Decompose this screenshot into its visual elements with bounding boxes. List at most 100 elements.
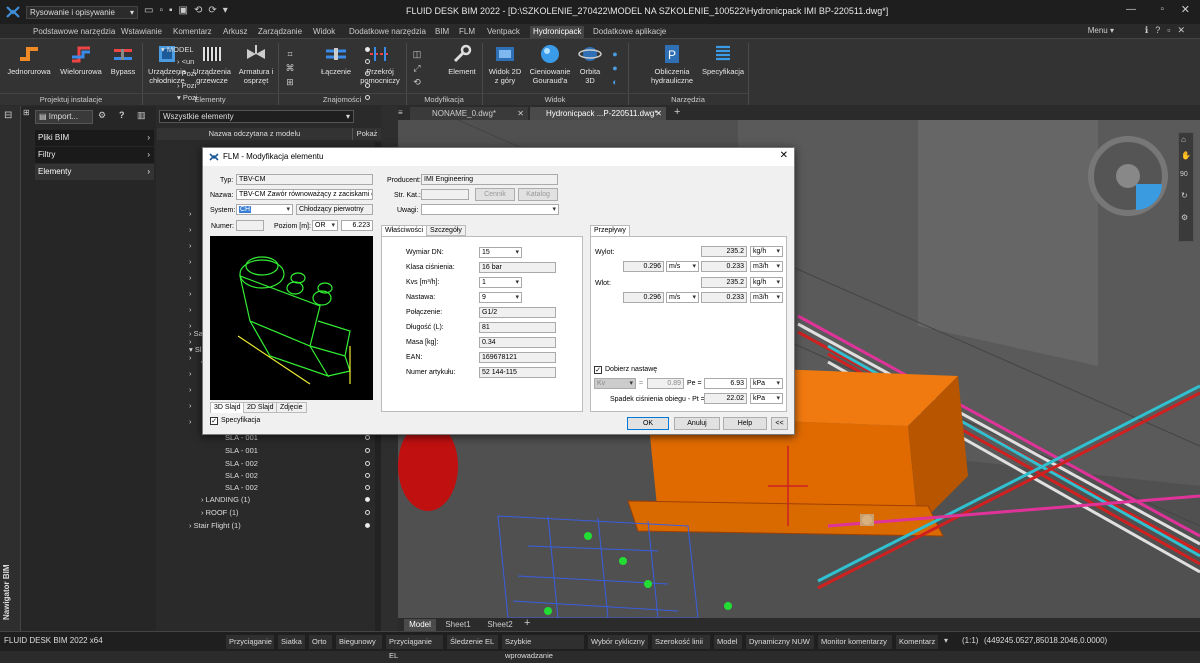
- visibility-toggle[interactable]: [365, 510, 370, 515]
- visibility-toggle[interactable]: [365, 461, 370, 466]
- expander-icon[interactable]: ›: [189, 352, 192, 364]
- close-icon[interactable]: ✕: [655, 107, 662, 120]
- visibility-toggle[interactable]: [365, 83, 370, 88]
- visibility-toggle[interactable]: [365, 497, 370, 502]
- orbit-icon[interactable]: ↻: [1181, 191, 1188, 200]
- cieniowanie-button[interactable]: Cieniowanie Gouraud'a: [527, 43, 573, 85]
- view-navigation-wheel[interactable]: [1088, 136, 1168, 216]
- wlot-flow-unit[interactable]: kg/h: [750, 277, 783, 288]
- doc-tab-noname[interactable]: NONAME_0.dwg* ✕: [410, 107, 528, 120]
- expander-icon[interactable]: ›: [189, 256, 192, 268]
- visibility-toggle[interactable]: [365, 95, 370, 100]
- visibility-toggle[interactable]: [365, 448, 370, 453]
- ribbon-tab[interactable]: Wstawianie: [118, 26, 165, 38]
- workspace-select[interactable]: Rysowanie i opisywanie ▾: [26, 6, 138, 19]
- property-value[interactable]: 15: [479, 247, 522, 258]
- col-header-name[interactable]: Nazwa odczytana z modelu: [157, 128, 352, 140]
- layout-tab-model[interactable]: Model: [404, 619, 436, 631]
- status-toggle-button[interactable]: Komentarz: [896, 635, 938, 649]
- col-header-show[interactable]: Pokaż: [352, 128, 381, 140]
- status-toggle-button[interactable]: Szerokość linii: [652, 635, 710, 649]
- new-tab-plus-icon[interactable]: +: [674, 106, 680, 118]
- status-toggle-button[interactable]: Szybkie wprowadzanie: [502, 635, 584, 660]
- dobierz-checkbox[interactable]: ✓: [594, 366, 602, 374]
- tab-2d-slajd[interactable]: 2D Slajd: [243, 402, 278, 413]
- collapse-button[interactable]: <<: [771, 417, 788, 430]
- menu-button[interactable]: Menu ▾: [1088, 26, 1114, 35]
- export-icon[interactable]: ▥: [137, 110, 146, 121]
- poziom-field[interactable]: 6.223: [341, 220, 373, 231]
- system-select[interactable]: CH: [236, 204, 293, 215]
- ribbon-tab[interactable]: Hydronicpack: [530, 26, 585, 38]
- nav-item-elementy[interactable]: Elementy ›: [35, 164, 154, 180]
- pan-icon[interactable]: ✋: [1181, 151, 1191, 160]
- urzadzenia-grzewcze-button[interactable]: Urządzenia grzewcze: [190, 43, 234, 85]
- bypass-button[interactable]: Bypass: [106, 43, 140, 76]
- property-value[interactable]: 9: [479, 292, 522, 303]
- modify-small-tools[interactable]: ◫ ⤢ ⟲: [408, 47, 426, 89]
- ribbon-tab[interactable]: FLM: [456, 26, 478, 38]
- wylot-volume-unit[interactable]: m3/h: [750, 261, 783, 272]
- specyfikacja-button[interactable]: Specyfikacja: [702, 43, 744, 76]
- maximize-icon[interactable]: ▫: [1160, 4, 1164, 15]
- tree-node[interactable]: › LANDING (1): [201, 494, 250, 506]
- wylot-velocity-unit[interactable]: m/s: [666, 261, 699, 272]
- tree-leaf-item[interactable]: SLA - 002: [225, 458, 258, 470]
- visibility-toggle[interactable]: [365, 523, 370, 528]
- nazwa-field[interactable]: TBV-CM Zawór równoważący z zaciskami do: [236, 189, 373, 200]
- wlot-velocity-unit[interactable]: m/s: [666, 292, 699, 303]
- ribbon-tab[interactable]: Zarządzanie: [255, 26, 305, 38]
- tree-leaf-item[interactable]: SLA - 001: [225, 445, 258, 457]
- small-tools[interactable]: ⌗ ⌘ ⊞: [281, 47, 299, 89]
- add-layout-plus-icon[interactable]: +: [524, 617, 530, 629]
- import-button[interactable]: ▤ Import...: [35, 110, 93, 124]
- tab-wlasciwosci[interactable]: Właściwości: [381, 225, 428, 236]
- tab-zdjecie[interactable]: Zdjęcie: [276, 402, 307, 413]
- expander-icon[interactable]: ›: [189, 384, 192, 396]
- ribbon-tab[interactable]: Podstawowe narzędzia: [30, 26, 118, 38]
- element-button[interactable]: Element: [444, 43, 480, 76]
- tab-szczegoly[interactable]: Szczegóły: [426, 225, 466, 236]
- home-icon[interactable]: ⌂: [1181, 135, 1186, 144]
- kv-select[interactable]: Kv: [594, 378, 636, 389]
- expander-icon[interactable]: ›: [189, 224, 192, 236]
- strkat-field[interactable]: [421, 189, 469, 200]
- ribbon-tab[interactable]: Widok: [310, 26, 338, 38]
- close-icon[interactable]: ✕: [1181, 3, 1190, 16]
- visibility-toggle[interactable]: [365, 47, 370, 52]
- tree-leaf-item[interactable]: SLA - 002: [225, 482, 258, 494]
- status-toggle-button[interactable]: Śledzenie EL: [447, 635, 498, 649]
- tree-node[interactable]: ▾ MODEL: [161, 44, 194, 56]
- visibility-toggle[interactable]: [365, 59, 370, 64]
- property-value[interactable]: 1: [479, 277, 522, 288]
- nav-item-pliki-bim[interactable]: Pliki BIM ›: [35, 130, 154, 146]
- wielorurowa-button[interactable]: Wielorurowa: [56, 43, 106, 76]
- expander-icon[interactable]: ›: [189, 400, 192, 412]
- status-toggle-button[interactable]: Biegunowy: [336, 635, 382, 649]
- ribbon-tab[interactable]: Arkusz: [220, 26, 250, 38]
- expander-icon[interactable]: ›: [189, 304, 192, 316]
- tree-node[interactable]: › Pozi: [177, 68, 196, 80]
- doc-tab-hydronicpack[interactable]: Hydronicpack ...P-220511.dwg* ✕: [530, 107, 666, 120]
- numer-field[interactable]: [236, 220, 264, 231]
- view-small-tools[interactable]: ● ● ◐: [606, 47, 624, 89]
- obliczenia-button[interactable]: P Obliczenia hydrauliczne: [640, 43, 704, 85]
- layout-tab-sheet2[interactable]: Sheet2: [482, 619, 518, 631]
- wylot-flow-unit[interactable]: kg/h: [750, 246, 783, 257]
- tree-node[interactable]: › ROOF (1): [201, 507, 239, 519]
- expander-icon[interactable]: ›: [189, 272, 192, 284]
- help-icons[interactable]: ℹ?▫✕: [1145, 25, 1192, 36]
- orbita-button[interactable]: Orbita 3D: [575, 43, 605, 85]
- status-toggle-button[interactable]: Przyciąganie: [226, 635, 274, 649]
- tree-node[interactable]: › <un: [177, 56, 194, 68]
- nav-bim-vertical-label[interactable]: Nawigator BIM: [0, 556, 21, 626]
- nav-item-filtry[interactable]: Filtry ›: [35, 147, 154, 163]
- quick-access-toolbar[interactable]: ▭▫▪▣⟲⟳▾: [144, 5, 234, 16]
- palette-icon[interactable]: ⊟: [4, 110, 12, 121]
- ribbon-tab[interactable]: BIM: [432, 26, 452, 38]
- expander-icon[interactable]: ›: [189, 336, 192, 348]
- ok-button[interactable]: OK: [627, 417, 669, 430]
- status-scale[interactable]: (1:1): [962, 636, 978, 645]
- status-toggle-button[interactable]: Wybór cykliczny: [588, 635, 648, 649]
- dialog-close-icon[interactable]: ✕: [780, 150, 788, 161]
